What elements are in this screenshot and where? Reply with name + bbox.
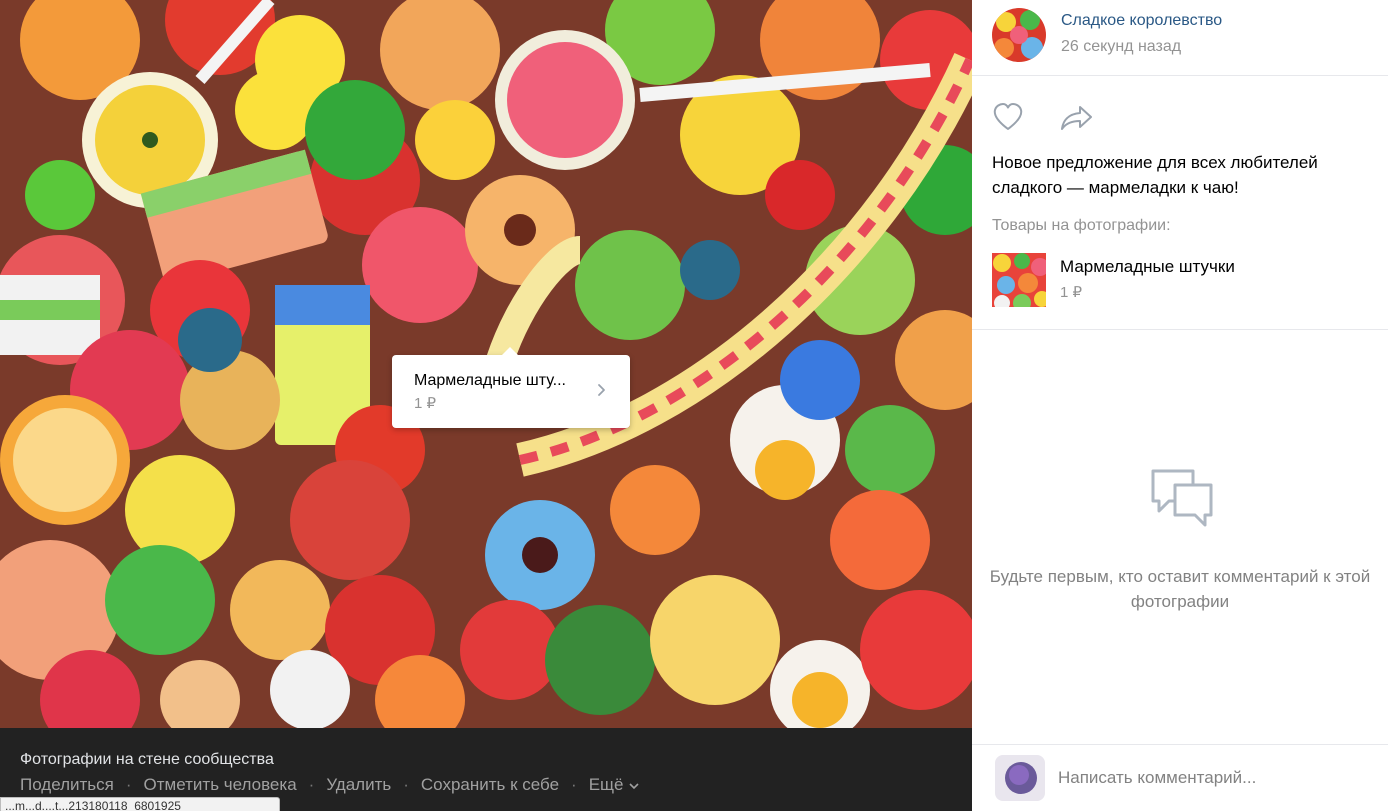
post-time[interactable]: 26 секунд назад — [1061, 38, 1181, 56]
share-arrow-icon[interactable] — [1060, 104, 1094, 132]
post-header: Сладкое королевство 26 секунд назад — [972, 0, 1388, 76]
product-name-link[interactable]: Мармеладные штучки — [1060, 257, 1235, 277]
separator-dot: · — [308, 775, 315, 794]
chevron-right-icon — [598, 384, 605, 396]
product-thumbnail[interactable] — [992, 253, 1046, 307]
separator-dot: · — [403, 775, 409, 794]
status-url-tooltip: ...m...d....t...213180118_6801925 — [0, 797, 280, 811]
chevron-down-icon — [629, 782, 640, 789]
divider — [972, 329, 1388, 330]
separator-dot: · — [125, 775, 132, 794]
separator-dot: · — [571, 775, 577, 794]
user-avatar — [995, 755, 1045, 801]
community-avatar[interactable] — [992, 8, 1046, 62]
speech-bubbles-icon — [1151, 469, 1213, 527]
album-title[interactable]: Фотографии на стене сообщества — [20, 751, 274, 769]
photo-actions: Поделиться · Отметить человека · Удалить… — [20, 775, 640, 795]
candy-photo[interactable]: Мармеладные шту... 1 ₽ — [0, 0, 972, 728]
post-text: Новое предложение для всех любителей сла… — [992, 153, 1318, 197]
save-action[interactable]: Сохранить к себе — [421, 775, 559, 795]
delete-action[interactable]: Удалить — [326, 775, 391, 795]
comment-input[interactable] — [1052, 758, 1384, 798]
more-action[interactable]: Ещё — [589, 775, 640, 795]
empty-comments-text: Будьте первым, кто оставит комментарий к… — [989, 567, 1371, 611]
user-avatar-image — [995, 755, 1045, 801]
community-name-link[interactable]: Сладкое королевство — [1061, 12, 1222, 30]
product-tag-price: 1 ₽ — [414, 395, 437, 412]
photo-viewer: Мармеладные шту... 1 ₽ Фотографии на сте… — [0, 0, 972, 811]
goods-on-photo-label: Товары на фотографии: — [992, 217, 1171, 234]
product-price: 1 ₽ — [1060, 284, 1083, 301]
product-thumbnail-image — [992, 253, 1046, 307]
community-avatar-image — [992, 8, 1046, 62]
divider — [972, 744, 1388, 745]
heart-icon[interactable] — [992, 102, 1024, 132]
tag-person-action[interactable]: Отметить человека — [144, 775, 297, 795]
share-action[interactable]: Поделиться — [20, 775, 114, 795]
more-action-label: Ещё — [588, 775, 624, 794]
product-tag-title: Мармеладные шту... — [414, 372, 566, 389]
photo-info-panel: Сладкое королевство 26 секунд назад Ново… — [972, 0, 1388, 811]
product-tag-tooltip[interactable]: Мармеладные шту... 1 ₽ — [392, 347, 630, 428]
